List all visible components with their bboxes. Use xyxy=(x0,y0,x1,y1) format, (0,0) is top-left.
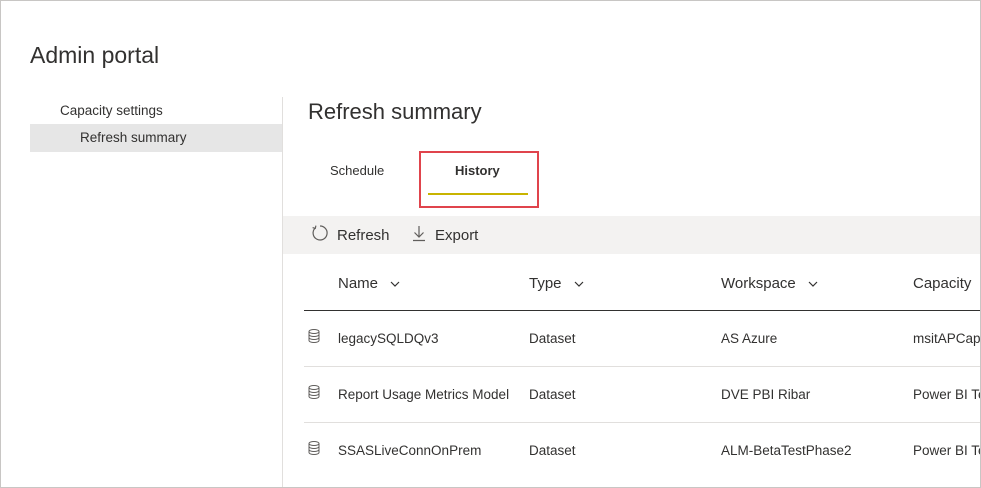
row-name: Report Usage Metrics Model xyxy=(338,387,510,402)
table-row[interactable]: SSASLiveConnOnPrem Dataset ALM-BetaTestP… xyxy=(304,423,981,478)
tab-schedule[interactable]: Schedule xyxy=(330,163,384,178)
database-icon xyxy=(308,441,320,458)
export-button[interactable]: Export xyxy=(411,216,478,254)
row-type: Dataset xyxy=(529,331,576,346)
column-header-name[interactable]: Name xyxy=(338,275,400,292)
sidebar-item-capacity-settings[interactable]: Capacity settings xyxy=(30,97,282,124)
row-name: SSASLiveConnOnPrem xyxy=(338,443,482,458)
chevron-down-icon xyxy=(808,275,818,292)
page-title: Refresh summary xyxy=(308,99,482,124)
database-icon xyxy=(308,329,320,346)
chevron-down-icon xyxy=(390,275,400,292)
row-name: legacySQLDQv3 xyxy=(338,331,439,346)
refresh-button[interactable]: Refresh xyxy=(311,216,390,254)
row-workspace: AS Azure xyxy=(721,331,778,346)
database-icon xyxy=(308,385,320,402)
download-arrow-icon xyxy=(411,224,435,246)
row-type: Dataset xyxy=(529,443,576,458)
row-workspace: ALM-BetaTestPhase2 xyxy=(721,443,852,458)
sidebar: Capacity settings Refresh summary xyxy=(30,97,282,152)
column-header-label: Type xyxy=(529,275,562,292)
history-tab-highlight xyxy=(419,151,539,208)
portal-title: Admin portal xyxy=(30,42,160,68)
row-capacity: Power BI Te xyxy=(913,443,981,458)
column-header-capacity[interactable]: Capacity xyxy=(913,275,971,292)
admin-portal-window: Admin portal Capacity settings Refresh s… xyxy=(0,0,981,488)
table-row[interactable]: Report Usage Metrics Model Dataset DVE P… xyxy=(304,367,981,423)
column-header-type[interactable]: Type xyxy=(529,275,584,292)
row-type: Dataset xyxy=(529,387,576,402)
refresh-icon xyxy=(311,224,337,246)
table-header: Name Type Workspace Capacity xyxy=(304,258,980,311)
row-capacity: msitAPCap xyxy=(913,331,981,346)
sidebar-item-refresh-summary[interactable]: Refresh summary xyxy=(30,124,282,152)
sidebar-divider xyxy=(282,97,283,487)
refresh-label: Refresh xyxy=(337,226,390,244)
export-label: Export xyxy=(435,226,479,244)
refresh-history-table: Name Type Workspace Capacity legacySQLDQ… xyxy=(304,258,981,478)
chevron-down-icon xyxy=(574,275,584,292)
column-header-label: Workspace xyxy=(721,275,796,292)
row-workspace: DVE PBI Ribar xyxy=(721,387,811,402)
column-header-label: Name xyxy=(338,275,379,292)
column-header-label: Capacity xyxy=(913,275,972,292)
toolbar: Refresh Export xyxy=(283,216,980,254)
table-row[interactable]: legacySQLDQv3 Dataset AS Azure msitAPCap xyxy=(304,311,981,367)
row-capacity: Power BI Te xyxy=(913,387,981,402)
column-header-workspace[interactable]: Workspace xyxy=(721,275,818,292)
